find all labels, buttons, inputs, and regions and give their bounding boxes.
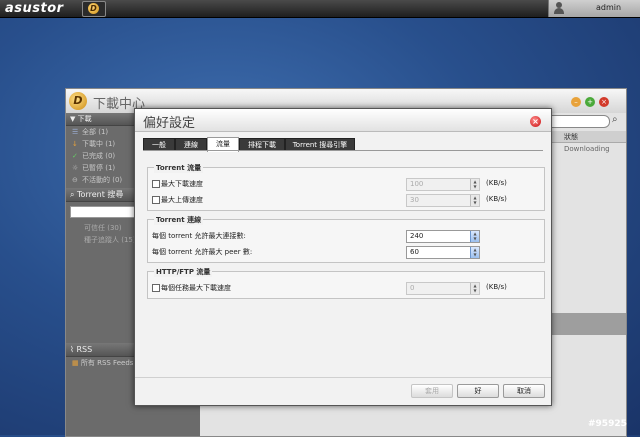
check-icon: ✓ [72, 152, 78, 160]
dialog-title: 偏好設定 [143, 116, 196, 131]
cancel-button[interactable]: 取消 [503, 384, 545, 398]
task-max-download-label: 每個任務最大下載速度 [161, 284, 231, 292]
http-ftp-traffic-group: HTTP/FTP 流量 每個任務最大下載速度 0 ▲ ▼ (KB/s) [147, 267, 545, 299]
tab-divider [143, 150, 543, 151]
torrent-traffic-group: Torrent 流量 最大下載速度 100 ▲ ▼ (KB/s) 最大上傳速度 3… [147, 163, 545, 211]
max-connections-label: 每個 torrent 允許最大連接數: [152, 232, 246, 240]
taskbar: asustor D admin [0, 0, 640, 18]
unit-label: (KB/s) [486, 195, 507, 203]
max-download-value: 100 [410, 180, 424, 188]
group-title: Torrent 連線 [154, 215, 204, 225]
max-upload-label: 最大上傳速度 [161, 196, 203, 204]
search-icon[interactable]: ⌕ [612, 114, 622, 126]
group-title: Torrent 流量 [154, 163, 204, 173]
download-center-icon: D [69, 92, 87, 110]
task-max-download-checkbox[interactable] [152, 284, 160, 292]
watermark: #95925 [588, 419, 627, 429]
max-download-row: 最大下載速度 100 ▲ ▼ (KB/s) [148, 178, 544, 191]
dialog-titlebar[interactable]: 偏好設定 × [135, 109, 551, 132]
stepper-down-icon[interactable]: ▼ [471, 288, 479, 293]
max-upload-row: 最大上傳速度 30 ▲ ▼ (KB/s) [148, 194, 544, 207]
maximize-icon[interactable]: + [585, 97, 595, 107]
download-center-app-icon[interactable]: D [82, 1, 106, 17]
max-upload-value: 30 [410, 196, 419, 204]
stepper-down-icon[interactable]: ▼ [471, 236, 479, 241]
close-icon[interactable]: × [599, 97, 609, 107]
brand-logo: asustor [5, 1, 64, 16]
ok-button[interactable]: 好 [457, 384, 499, 398]
inactive-icon: ⊖ [72, 176, 78, 184]
footer-divider [135, 377, 551, 378]
max-peers-stepper[interactable]: 60 ▲ ▼ [406, 246, 480, 259]
user-icon [554, 2, 564, 14]
max-peers-row: 每個 torrent 允許最大 peer 數: 60 ▲ ▼ [148, 246, 544, 259]
max-peers-value: 60 [410, 248, 419, 256]
rss-icon: ▦ [72, 359, 79, 367]
stepper-down-icon[interactable]: ▼ [471, 184, 479, 189]
max-peers-label: 每個 torrent 允許最大 peer 數: [152, 248, 253, 256]
preferences-dialog: 偏好設定 × 一般 連線 流量 排程下載 Torrent 搜尋引擎 Torren… [134, 108, 552, 406]
group-title: HTTP/FTP 流量 [154, 267, 213, 277]
max-upload-stepper[interactable]: 30 ▲ ▼ [406, 194, 480, 207]
stepper-down-icon[interactable]: ▼ [471, 252, 479, 257]
status-column-header[interactable]: 狀態 [564, 132, 578, 142]
max-connections-stepper[interactable]: 240 ▲ ▼ [406, 230, 480, 243]
stepper-arrows[interactable]: ▲ ▼ [470, 195, 479, 206]
torrent-connection-group: Torrent 連線 每個 torrent 允許最大連接數: 240 ▲ ▼ 每個… [147, 215, 545, 263]
unit-label: (KB/s) [486, 179, 507, 187]
pause-icon: ☼ [72, 164, 79, 172]
apply-button[interactable]: 套用 [411, 384, 453, 398]
max-connections-value: 240 [410, 232, 424, 240]
max-download-checkbox[interactable] [152, 180, 160, 188]
stepper-arrows[interactable]: ▲ ▼ [470, 179, 479, 190]
minimize-icon[interactable]: – [571, 97, 581, 107]
max-download-label: 最大下載速度 [161, 180, 203, 188]
max-connections-row: 每個 torrent 允許最大連接數: 240 ▲ ▼ [148, 230, 544, 243]
status-value: Downloading [564, 145, 610, 153]
stepper-arrows[interactable]: ▲ ▼ [470, 247, 479, 258]
download-arrow-icon: ↓ [72, 140, 78, 148]
unit-label: (KB/s) [486, 283, 507, 291]
task-max-download-value: 0 [410, 284, 415, 292]
user-name: admin [596, 3, 622, 12]
list-icon: ☰ [72, 128, 79, 136]
stepper-down-icon[interactable]: ▼ [471, 200, 479, 205]
user-menu[interactable]: admin [548, 0, 640, 17]
download-center-icon-letter: D [88, 3, 99, 14]
max-download-stepper[interactable]: 100 ▲ ▼ [406, 178, 480, 191]
task-max-download-stepper[interactable]: 0 ▲ ▼ [406, 282, 480, 295]
dialog-close-icon[interactable]: × [530, 116, 541, 127]
task-max-download-row: 每個任務最大下載速度 0 ▲ ▼ (KB/s) [148, 282, 544, 295]
max-upload-checkbox[interactable] [152, 196, 160, 204]
stepper-arrows[interactable]: ▲ ▼ [470, 283, 479, 294]
stepper-arrows[interactable]: ▲ ▼ [470, 231, 479, 242]
